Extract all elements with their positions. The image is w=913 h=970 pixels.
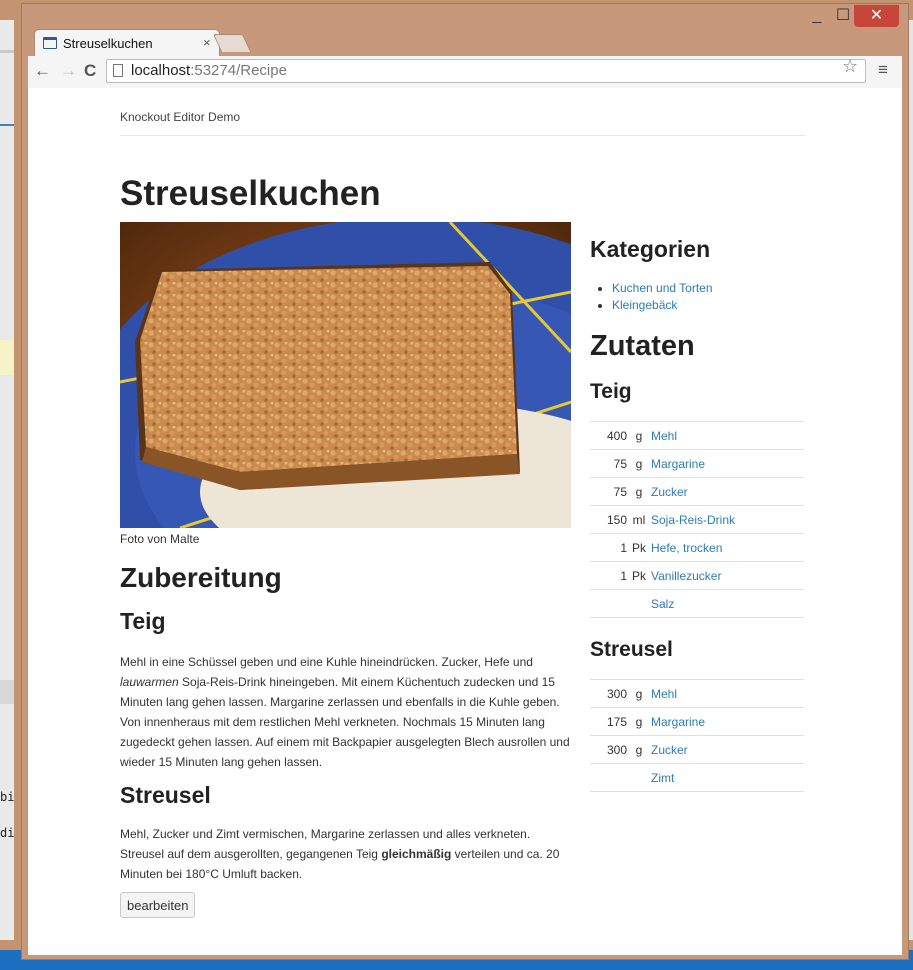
ingredient-unit: g — [627, 477, 651, 506]
reload-icon[interactable]: C — [84, 61, 96, 81]
browser-toolbar: ← → C localhost:53274/Recipe ☆ ≡ — [28, 56, 902, 88]
recipe-photo — [120, 222, 571, 528]
ingredient-amount — [590, 589, 627, 618]
browser-tab[interactable]: Streuselkuchen × — [34, 29, 220, 56]
ingredient-amount: 400 — [590, 421, 627, 450]
ingredient-unit — [627, 763, 651, 792]
ingredient-unit: g — [627, 707, 651, 736]
background-code-line: bi — [0, 790, 15, 804]
tab-title: Streuselkuchen — [63, 36, 153, 51]
page-viewport: Knockout Editor Demo Streuselkuchen Foto… — [28, 88, 902, 955]
page-title: Streuselkuchen — [120, 174, 381, 213]
maximize-button[interactable]: ☐ — [830, 5, 856, 27]
section-heading-teig: Teig — [120, 608, 166, 634]
forward-arrow-icon[interactable]: → — [60, 61, 77, 81]
address-bar[interactable]: localhost:53274/Recipe — [106, 59, 866, 83]
browser-window: _ ☐ ✕ Streuselkuchen × ← → C localhost:5… — [21, 3, 909, 960]
menu-icon[interactable]: ≡ — [878, 60, 888, 80]
back-arrow-icon[interactable]: ← — [34, 61, 51, 81]
page-favicon-icon — [43, 37, 57, 49]
table-row: 150 ml Soja-Reis-Drink — [590, 505, 804, 534]
ingredient-link[interactable]: Mehl — [651, 687, 677, 701]
ingredient-unit: Pk — [627, 533, 651, 562]
ingredient-link[interactable]: Soja-Reis-Drink — [651, 513, 735, 527]
ingredient-amount: 75 — [590, 477, 627, 506]
category-link[interactable]: Kuchen und Torten — [612, 281, 713, 295]
ingredient-group-heading: Teig — [590, 380, 632, 403]
site-brand[interactable]: Knockout Editor Demo — [120, 110, 240, 124]
table-row: 300 g Zucker — [590, 735, 804, 764]
page-icon — [113, 64, 123, 77]
bookmark-star-icon[interactable]: ☆ — [842, 56, 858, 77]
ingredient-amount: 150 — [590, 505, 627, 534]
close-window-button[interactable]: ✕ — [854, 5, 899, 27]
ingredient-unit: Pk — [627, 561, 651, 590]
ingredient-unit: g — [627, 449, 651, 478]
table-row: 300 g Mehl — [590, 679, 804, 708]
background-code-line: di — [0, 826, 15, 840]
ingredient-link[interactable]: Salz — [651, 597, 674, 611]
ingredient-amount: 75 — [590, 449, 627, 478]
ingredient-amount: 1 — [590, 533, 627, 562]
ingredient-link[interactable]: Zucker — [651, 743, 688, 757]
ingredients-table-streusel: 300 g Mehl 175 g Margarine 300 g Zucker Zimt — [590, 679, 804, 792]
ingredient-amount: 175 — [590, 707, 627, 736]
table-row: 400 g Mehl — [590, 421, 804, 450]
ingredient-link[interactable]: Zucker — [651, 485, 688, 499]
table-row: Salz — [590, 589, 804, 618]
section-heading-streusel: Streusel — [120, 782, 211, 808]
photo-caption: Foto von Malte — [120, 532, 200, 546]
ingredient-link[interactable]: Margarine — [651, 715, 705, 729]
table-row: 75 g Zucker — [590, 477, 804, 506]
tab-close-icon[interactable]: × — [203, 35, 211, 50]
list-item: Kleingebäck — [612, 297, 713, 314]
section-text-streusel: Mehl, Zucker und Zimt vermischen, Margar… — [120, 827, 560, 881]
ingredient-unit: g — [627, 735, 651, 764]
section-text-teig: Mehl in eine Schüssel geben und eine Kuh… — [120, 655, 570, 769]
table-row: 75 g Margarine — [590, 449, 804, 478]
ingredient-amount — [590, 763, 627, 792]
ingredient-group-heading: Streusel — [590, 638, 673, 661]
ingredient-amount: 1 — [590, 561, 627, 590]
ingredient-link[interactable]: Vanillezucker — [651, 569, 721, 583]
table-row: 175 g Margarine — [590, 707, 804, 736]
ingredient-unit: g — [627, 421, 651, 450]
header-divider — [120, 135, 805, 136]
ingredients-table-teig: 400 g Mehl 75 g Margarine 75 g Zucker 150 ml Soj… — [590, 421, 804, 618]
ingredient-link[interactable]: Zimt — [651, 771, 674, 785]
table-row: 1 Pk Vanillezucker — [590, 561, 804, 590]
ingredient-unit — [627, 589, 651, 618]
ingredient-link[interactable]: Mehl — [651, 429, 677, 443]
minimize-button[interactable]: _ — [804, 5, 830, 27]
table-row: 1 Pk Hefe, trocken — [590, 533, 804, 562]
ingredients-heading: Zutaten — [590, 330, 695, 362]
ingredient-link[interactable]: Hefe, trocken — [651, 541, 722, 555]
categories-heading: Kategorien — [590, 236, 711, 262]
url-text: localhost:53274/Recipe — [131, 62, 287, 79]
ingredient-amount: 300 — [590, 679, 627, 708]
ingredient-link[interactable]: Margarine — [651, 457, 705, 471]
ingredient-unit: ml — [627, 505, 651, 534]
category-link[interactable]: Kleingebäck — [612, 298, 677, 312]
ingredient-unit: g — [627, 679, 651, 708]
table-row: Zimt — [590, 763, 804, 792]
edit-button[interactable]: bearbeiten — [120, 892, 196, 918]
ingredient-amount: 300 — [590, 735, 627, 764]
preparation-heading: Zubereitung — [120, 562, 282, 593]
categories-list: Kuchen und Torten Kleingebäck — [590, 280, 713, 314]
list-item: Kuchen und Torten — [612, 280, 713, 297]
